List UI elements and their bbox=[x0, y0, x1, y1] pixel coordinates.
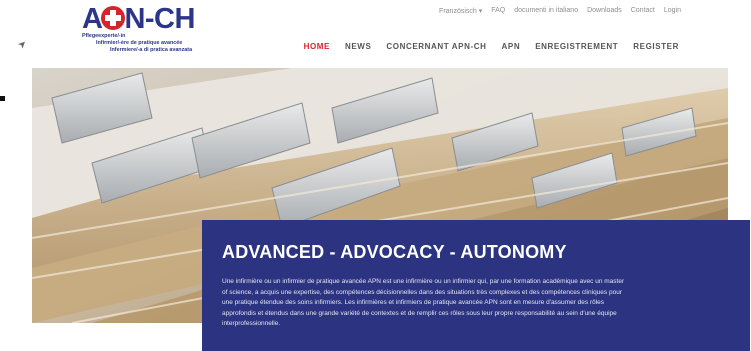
language-dropdown[interactable]: Französisch ▾ bbox=[439, 7, 482, 15]
nav-concernant[interactable]: CONCERNANT APN-CH bbox=[386, 42, 486, 51]
nav-register[interactable]: REGISTER bbox=[633, 42, 679, 51]
downloads-link[interactable]: Downloads bbox=[587, 7, 622, 15]
login-link[interactable]: Login bbox=[664, 7, 681, 15]
nav-news[interactable]: NEWS bbox=[345, 42, 371, 51]
italian-docs-link[interactable]: documenti in italiano bbox=[514, 7, 578, 15]
logo-line-fr: Infirmier/-ère de pratique avancée bbox=[96, 40, 183, 46]
logo-wordmark: A N-CH bbox=[82, 3, 195, 35]
swiss-cross-icon bbox=[101, 6, 126, 31]
contact-link[interactable]: Contact bbox=[631, 7, 655, 15]
nav-enregistrement[interactable]: ENREGISTREMENT bbox=[535, 42, 618, 51]
mouse-cursor-icon: ➤ bbox=[15, 37, 30, 52]
side-marker bbox=[0, 96, 5, 101]
nav-apn[interactable]: APN bbox=[502, 42, 521, 51]
main-nav: HOME NEWS CONCERNANT APN-CH APN ENREGIST… bbox=[304, 42, 679, 51]
logo-line-de: Pflegeexperte/-in bbox=[82, 33, 126, 39]
faq-link[interactable]: FAQ bbox=[491, 7, 505, 15]
hero-text: Une infirmière ou un infirmier de pratiq… bbox=[222, 278, 625, 328]
caret-down-icon: ▾ bbox=[478, 8, 483, 15]
hero-overlay: ADVANCED - ADVOCACY - AUTONOMY Une infir… bbox=[202, 220, 750, 351]
hero-title: ADVANCED - ADVOCACY - AUTONOMY bbox=[222, 242, 567, 262]
logo-line-it: Infermiere/-a di pratica avanzata bbox=[110, 47, 193, 53]
nav-home[interactable]: HOME bbox=[304, 42, 330, 51]
language-label: Französisch bbox=[439, 8, 477, 15]
top-utility-nav: Französisch ▾ FAQ documenti in italiano … bbox=[439, 7, 681, 15]
site-logo[interactable]: A N-CH Pflegeexperte/-in Infirmier/-ère d… bbox=[78, 2, 218, 58]
